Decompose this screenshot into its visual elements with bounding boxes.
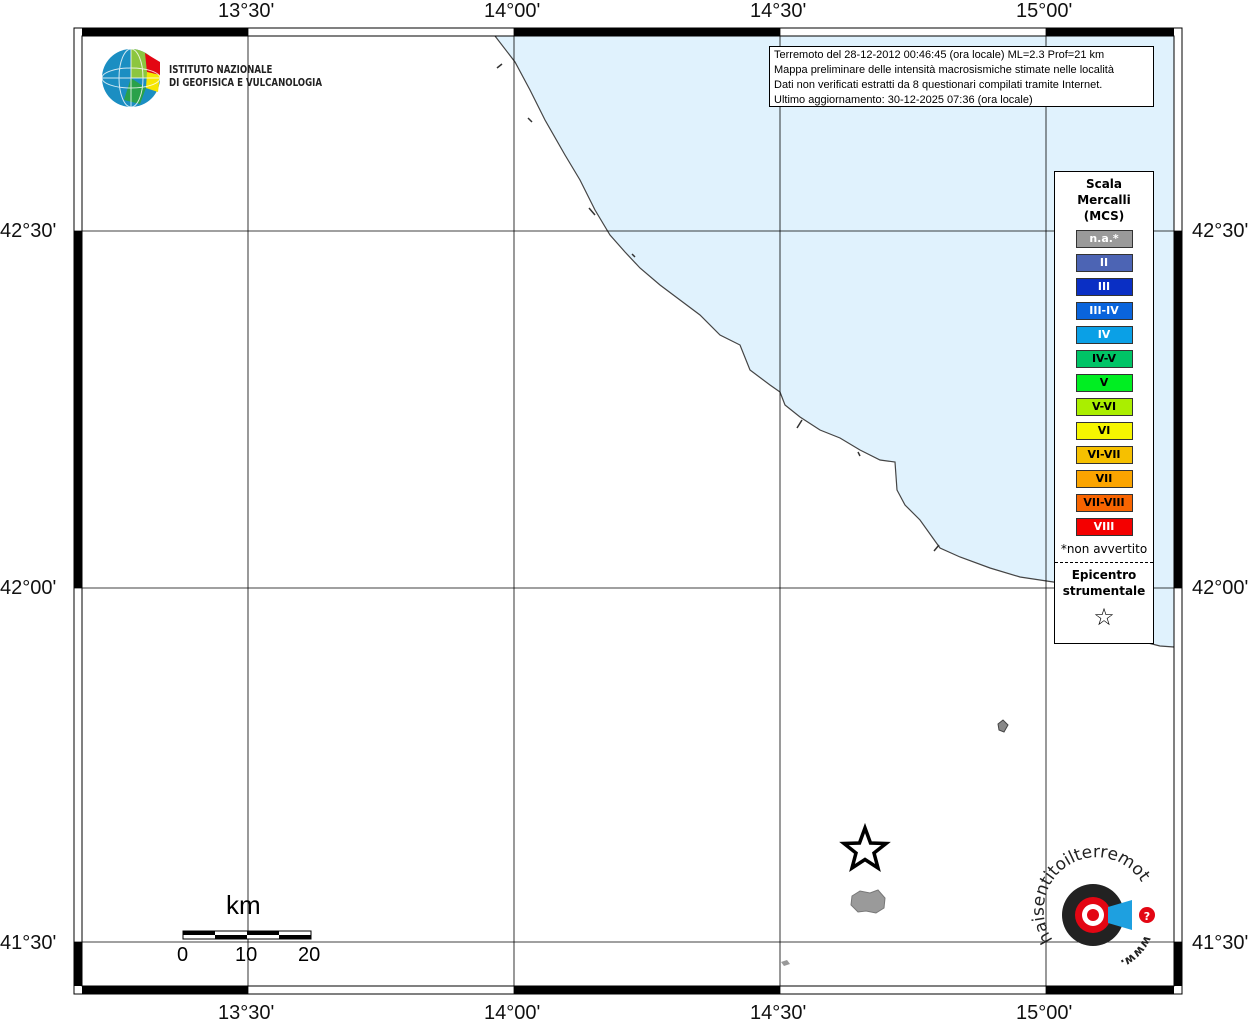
lon-label-bottom-1: 13°30' <box>218 1002 275 1024</box>
mcs-legend: Scala Mercalli (MCS) n.a.* II III III-IV IV I… <box>1054 171 1154 644</box>
scale-tick-10: 10 <box>235 944 258 966</box>
legend-items: n.a.* II III III-IV IV IV-V V V-VI VI VI-VII VII VI… <box>1055 230 1153 536</box>
epicenter-legend-line2: strumentale <box>1062 584 1146 598</box>
event-info-line1: Terremoto del 28-12-2012 00:46:45 (ora l… <box>774 49 1105 61</box>
legend-title-line2: Mercalli <box>1077 193 1131 207</box>
lat-label-left-1: 42°30' <box>0 220 57 242</box>
legend-swatch-10: VII <box>1075 470 1133 488</box>
legend-separator <box>1055 562 1153 563</box>
epicenter-legend-line1: Epicentro <box>1071 568 1137 582</box>
legend-swatch-3: III-IV <box>1075 302 1133 320</box>
institute-line2: DI GEOFISICA E VULCANOLOGIA <box>169 77 323 89</box>
epicenter-star-icon <box>839 822 891 872</box>
event-info-box: Terremoto del 28-12-2012 00:46:45 (ora l… <box>769 46 1154 107</box>
event-info-line3: Dati non verificati estratti da 8 questi… <box>774 79 1103 91</box>
scale-tick-0: 0 <box>177 944 189 966</box>
lat-label-left-2: 42°00' <box>0 577 57 599</box>
legend-swatch-12: VIII <box>1075 518 1133 536</box>
legend-swatch-1: II <box>1075 254 1133 272</box>
legend-swatch-5: IV-V <box>1075 350 1133 368</box>
epicenter-legend-title: Epicentro strumentale <box>1055 567 1153 599</box>
svg-text:www.: www. <box>1118 934 1155 971</box>
legend-swatch-7: V-VI <box>1075 398 1133 416</box>
epicenter-legend-star-icon: ☆ <box>1093 603 1115 631</box>
legend-swatch-11: VII-VIII <box>1075 494 1133 512</box>
legend-title: Scala Mercalli (MCS) <box>1055 176 1153 224</box>
lon-label-bottom-3: 14°30' <box>750 1002 807 1024</box>
scale-bar <box>182 930 312 940</box>
lat-label-right-2: 42°00' <box>1192 577 1249 599</box>
institute-name: ISTITUTO NAZIONALE DI GEOFISICA E VULCAN… <box>169 64 322 90</box>
legend-swatch-2: III <box>1075 278 1133 296</box>
legend-swatch-0: n.a.* <box>1075 230 1133 248</box>
lat-label-left-3: 41°30' <box>0 932 57 954</box>
svg-text:?: ? <box>1144 910 1150 923</box>
institute-line1: ISTITUTO NAZIONALE <box>169 64 273 76</box>
legend-note: *non avvertito <box>1060 542 1148 556</box>
island-ventotene-area <box>997 719 1009 733</box>
scale-unit-label: km <box>226 890 261 920</box>
event-info-line4: Ultimo aggiornamento: 30-12-2025 07:36 (… <box>774 94 1033 106</box>
lat-label-right-1: 42°30' <box>1192 220 1249 242</box>
legend-title-line1: Scala <box>1085 177 1123 191</box>
legend-swatch-4: IV <box>1075 326 1133 344</box>
lon-label-top-1: 13°30' <box>218 0 275 22</box>
event-info-line2: Mappa preliminare delle intensità macros… <box>774 64 1114 76</box>
legend-title-line3: (MCS) <box>1083 209 1125 223</box>
scale-tick-20: 20 <box>298 944 321 966</box>
ingv-logo-icon <box>101 48 161 108</box>
lon-label-top-4: 15°00' <box>1016 0 1073 22</box>
small-islet <box>781 960 790 966</box>
lon-label-top-3: 14°30' <box>750 0 807 22</box>
lon-label-top-2: 14°00' <box>484 0 541 22</box>
island-gray-area <box>850 889 886 914</box>
legend-swatch-9: VI-VII <box>1075 446 1133 464</box>
legend-swatch-8: VI <box>1075 422 1133 440</box>
lon-label-bottom-2: 14°00' <box>484 1002 541 1024</box>
legend-swatch-6: V <box>1075 374 1133 392</box>
lat-label-right-3: 41°30' <box>1192 932 1249 954</box>
lon-label-bottom-4: 15°00' <box>1016 1002 1073 1024</box>
